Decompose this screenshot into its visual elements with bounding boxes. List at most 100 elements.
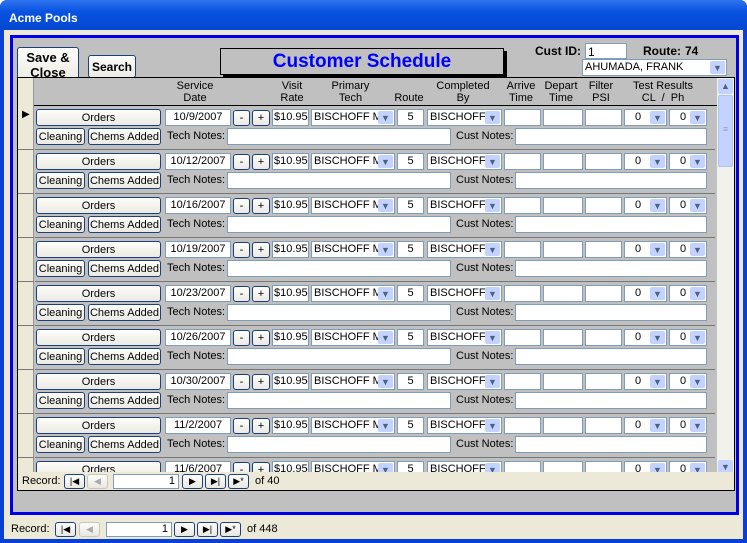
- next-record-button[interactable]: ▶: [174, 522, 195, 537]
- date-plus-button[interactable]: +: [252, 242, 270, 258]
- tech-notes-field[interactable]: [227, 348, 451, 365]
- primary-tech-dropdown[interactable]: BISCHOFF M ▼: [311, 109, 395, 126]
- visit-rate-field[interactable]: $10.95: [272, 197, 309, 214]
- cust-notes-field[interactable]: [515, 172, 707, 189]
- ph-dropdown[interactable]: 0 ▼: [669, 329, 707, 346]
- depart-time-field[interactable]: [543, 285, 583, 302]
- ph-dropdown[interactable]: 0 ▼: [669, 241, 707, 258]
- date-minus-button[interactable]: -: [233, 154, 250, 170]
- previous-record-button[interactable]: ◀: [79, 522, 100, 537]
- depart-time-field[interactable]: [543, 197, 583, 214]
- tech-notes-field[interactable]: [227, 216, 451, 233]
- cl-dropdown[interactable]: 0 ▼: [624, 417, 667, 434]
- chems-added-button[interactable]: Chems Added: [88, 348, 161, 365]
- visit-rate-field[interactable]: $10.95: [272, 153, 309, 170]
- depart-time-field[interactable]: [543, 109, 583, 126]
- tech-notes-field[interactable]: [227, 128, 451, 145]
- customer-name-dropdown[interactable]: AHUMADA, FRANK ▼: [582, 59, 727, 76]
- date-plus-button[interactable]: +: [252, 286, 270, 302]
- completed-by-dropdown[interactable]: BISCHOFF ▼: [427, 241, 502, 258]
- depart-time-field[interactable]: [543, 329, 583, 346]
- completed-by-dropdown[interactable]: BISCHOFF ▼: [427, 417, 502, 434]
- record-selector[interactable]: [18, 326, 34, 370]
- cust-notes-field[interactable]: [515, 436, 707, 453]
- filter-psi-field[interactable]: [585, 153, 622, 170]
- record-selector[interactable]: [18, 150, 34, 194]
- visit-rate-field[interactable]: $10.95: [272, 417, 309, 434]
- cl-dropdown[interactable]: 0 ▼: [624, 329, 667, 346]
- depart-time-field[interactable]: [543, 241, 583, 258]
- primary-tech-dropdown[interactable]: BISCHOFF M ▼: [311, 329, 395, 346]
- completed-by-dropdown[interactable]: BISCHOFF ▼: [427, 285, 502, 302]
- cust-notes-field[interactable]: [515, 260, 707, 277]
- last-record-button[interactable]: ▶|: [205, 474, 226, 489]
- date-minus-button[interactable]: -: [233, 242, 250, 258]
- scroll-thumb[interactable]: ≡: [718, 95, 733, 167]
- service-date-field[interactable]: 10/12/2007: [165, 153, 231, 170]
- search-button[interactable]: Search: [88, 55, 136, 78]
- date-plus-button[interactable]: +: [252, 418, 270, 434]
- primary-tech-dropdown[interactable]: BISCHOFF M ▼: [311, 241, 395, 258]
- arrive-time-field[interactable]: [504, 417, 541, 434]
- cleaning-button[interactable]: Cleaning: [36, 260, 85, 277]
- cust-notes-field[interactable]: [515, 128, 707, 145]
- scroll-up-button[interactable]: ▲: [718, 79, 733, 94]
- arrive-time-field[interactable]: [504, 153, 541, 170]
- cleaning-button[interactable]: Cleaning: [36, 172, 85, 189]
- route-field[interactable]: 5: [397, 417, 424, 434]
- orders-button[interactable]: Orders: [36, 329, 161, 346]
- orders-button[interactable]: Orders: [36, 285, 161, 302]
- record-number-input[interactable]: 1: [113, 474, 179, 489]
- arrive-time-field[interactable]: [504, 197, 541, 214]
- date-minus-button[interactable]: -: [233, 286, 250, 302]
- tech-notes-field[interactable]: [227, 436, 451, 453]
- arrive-time-field[interactable]: [504, 329, 541, 346]
- service-date-field[interactable]: 10/16/2007: [165, 197, 231, 214]
- next-record-button[interactable]: ▶: [182, 474, 203, 489]
- service-date-field[interactable]: 10/30/2007: [165, 373, 231, 390]
- cust-id-input[interactable]: 1: [585, 43, 627, 59]
- depart-time-field[interactable]: [543, 417, 583, 434]
- visit-rate-field[interactable]: $10.95: [272, 373, 309, 390]
- depart-time-field[interactable]: [543, 153, 583, 170]
- arrive-time-field[interactable]: [504, 373, 541, 390]
- cl-dropdown[interactable]: 0 ▼: [624, 373, 667, 390]
- arrive-time-field[interactable]: [504, 241, 541, 258]
- date-minus-button[interactable]: -: [233, 374, 250, 390]
- service-date-field[interactable]: 10/19/2007: [165, 241, 231, 258]
- cust-notes-field[interactable]: [515, 304, 707, 321]
- chems-added-button[interactable]: Chems Added: [88, 304, 161, 321]
- record-selector[interactable]: [18, 370, 34, 414]
- tech-notes-field[interactable]: [227, 304, 451, 321]
- visit-rate-field[interactable]: $10.95: [272, 285, 309, 302]
- filter-psi-field[interactable]: [585, 417, 622, 434]
- record-number-input[interactable]: 1: [106, 522, 172, 537]
- filter-psi-field[interactable]: [585, 197, 622, 214]
- ph-dropdown[interactable]: 0 ▼: [669, 109, 707, 126]
- primary-tech-dropdown[interactable]: BISCHOFF M ▼: [311, 373, 395, 390]
- ph-dropdown[interactable]: 0 ▼: [669, 197, 707, 214]
- primary-tech-dropdown[interactable]: BISCHOFF M ▼: [311, 417, 395, 434]
- record-selector[interactable]: [18, 194, 34, 238]
- tech-notes-field[interactable]: [227, 392, 451, 409]
- filter-psi-field[interactable]: [585, 109, 622, 126]
- date-minus-button[interactable]: -: [233, 198, 250, 214]
- chems-added-button[interactable]: Chems Added: [88, 216, 161, 233]
- filter-psi-field[interactable]: [585, 329, 622, 346]
- primary-tech-dropdown[interactable]: BISCHOFF M ▼: [311, 285, 395, 302]
- orders-button[interactable]: Orders: [36, 373, 161, 390]
- date-minus-button[interactable]: -: [233, 110, 250, 126]
- ph-dropdown[interactable]: 0 ▼: [669, 417, 707, 434]
- filter-psi-field[interactable]: [585, 241, 622, 258]
- cl-dropdown[interactable]: 0 ▼: [624, 197, 667, 214]
- cl-dropdown[interactable]: 0 ▼: [624, 241, 667, 258]
- arrive-time-field[interactable]: [504, 285, 541, 302]
- record-selector[interactable]: [18, 414, 34, 458]
- cleaning-button[interactable]: Cleaning: [36, 348, 85, 365]
- cleaning-button[interactable]: Cleaning: [36, 392, 85, 409]
- completed-by-dropdown[interactable]: BISCHOFF ▼: [427, 329, 502, 346]
- cleaning-button[interactable]: Cleaning: [36, 436, 85, 453]
- completed-by-dropdown[interactable]: BISCHOFF ▼: [427, 197, 502, 214]
- date-plus-button[interactable]: +: [252, 374, 270, 390]
- date-minus-button[interactable]: -: [233, 330, 250, 346]
